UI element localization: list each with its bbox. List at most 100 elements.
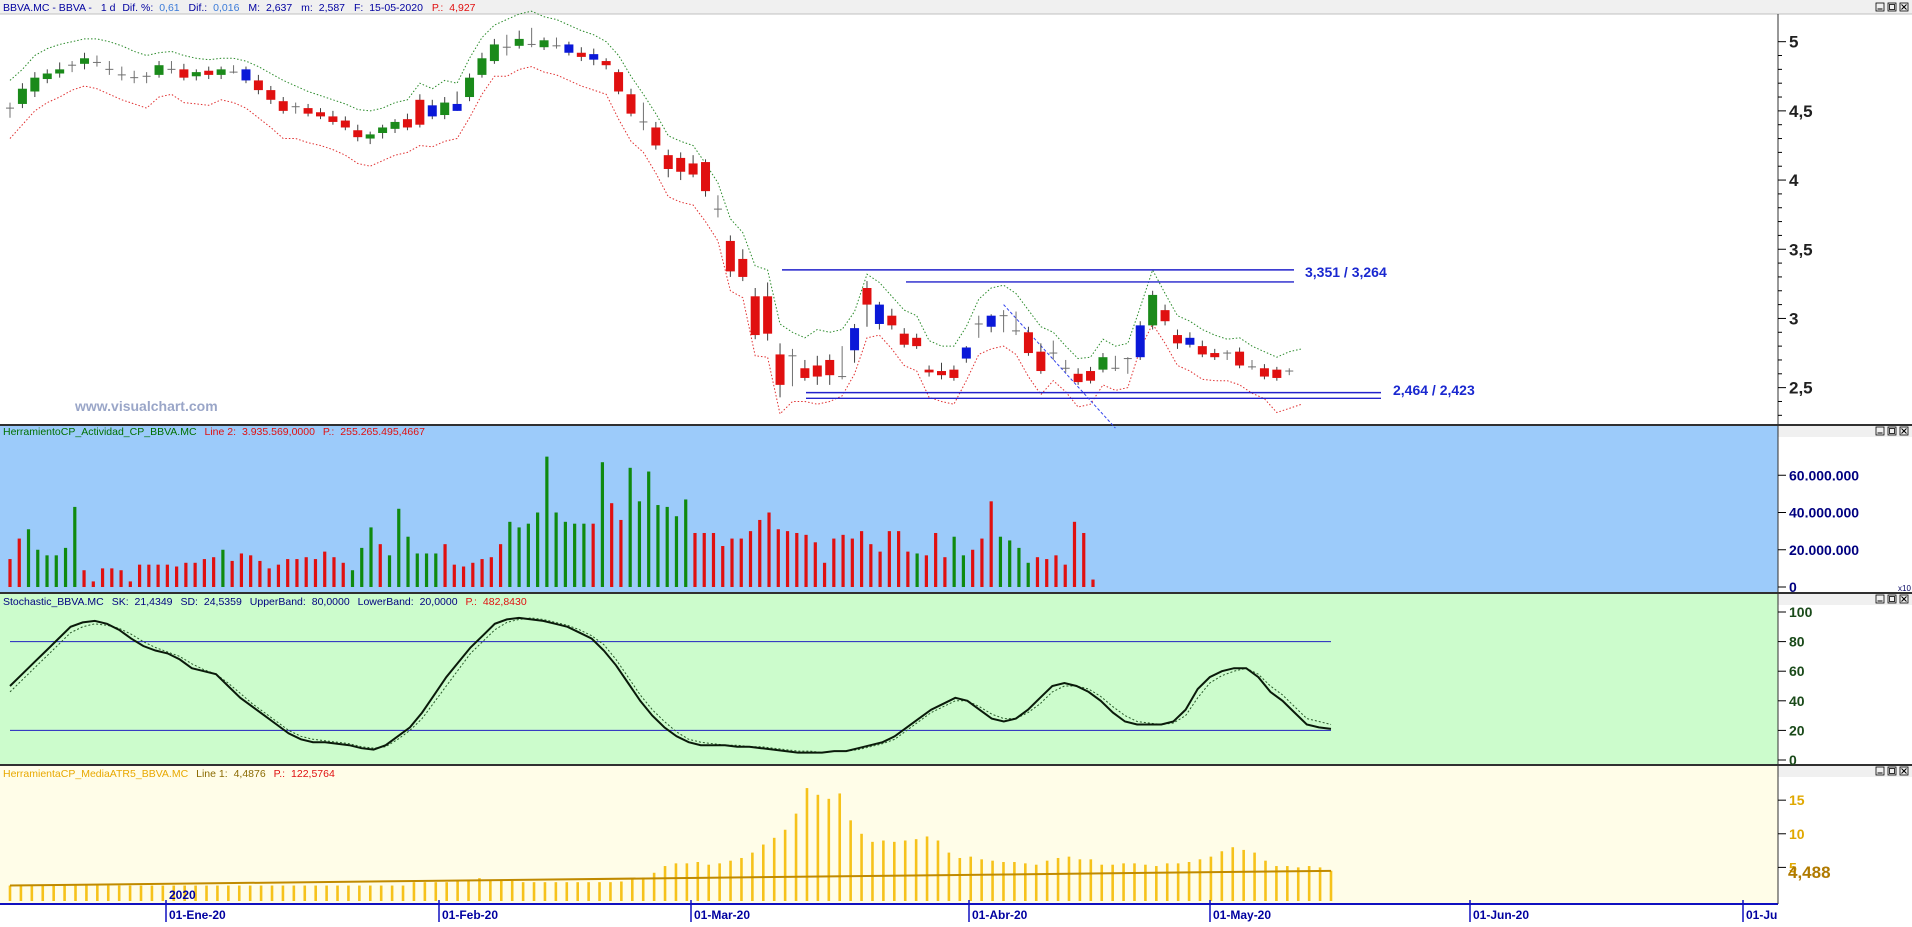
atr-bar — [510, 880, 514, 901]
volume-bar — [360, 547, 364, 587]
header-period: 1 d — [101, 2, 116, 14]
volume-bar — [128, 581, 132, 587]
atr-bar — [1242, 849, 1245, 901]
volume-bar — [989, 501, 993, 587]
atr-bar — [358, 885, 361, 901]
volume-bar — [480, 559, 484, 587]
atr-tick-label: 10 — [1789, 826, 1805, 842]
price-axis-panel[interactable] — [1778, 0, 1912, 922]
volume-bar — [554, 512, 558, 587]
atr-bar — [401, 885, 405, 901]
volume-header-p-value: 255.265.495,4667 — [340, 426, 425, 438]
volume-bar — [822, 562, 827, 587]
volume-bar — [443, 544, 447, 587]
atr-bar — [838, 793, 842, 901]
volume-bar — [934, 532, 938, 587]
header-date-label: F: — [354, 2, 363, 14]
atr-panel[interactable] — [0, 765, 1778, 905]
atr-bar — [205, 885, 208, 901]
volume-bar — [739, 538, 743, 587]
atr-bar — [543, 882, 547, 901]
atr-bar — [499, 880, 503, 901]
atr-bar — [1253, 852, 1256, 901]
volume-bar — [1035, 557, 1040, 587]
stoch-header-sd: 24,5359 — [204, 596, 242, 608]
volume-bar — [758, 519, 762, 587]
header-dif: 0,016 — [213, 2, 239, 14]
volume-bar — [748, 531, 753, 587]
atr-bar — [270, 885, 274, 901]
month-label: 01-Jun-20 — [1473, 908, 1529, 922]
volume-bar — [832, 538, 836, 587]
volume-bar — [193, 562, 197, 587]
volume-bar — [17, 538, 21, 587]
volume-bar — [369, 527, 373, 587]
price-tick-label: 3,5 — [1789, 240, 1813, 259]
atr-bar — [1155, 866, 1158, 901]
volume-bar — [711, 532, 716, 587]
header-p-label: P.: — [432, 2, 443, 14]
volume-bar — [239, 553, 244, 587]
volume-bar — [924, 555, 928, 587]
atr-bar — [674, 863, 678, 901]
stoch-tick-label: 20 — [1789, 722, 1805, 738]
stoch-tick-label: 80 — [1789, 634, 1805, 650]
volume-bar — [184, 562, 188, 587]
volume-bar — [1054, 555, 1058, 587]
volume-bar — [508, 521, 512, 587]
atr-bar — [161, 885, 165, 901]
stoch-header-ub: 80,0000 — [312, 596, 350, 608]
chart-canvas: BBVA.MC - BBVA - 1 d Dif. %: 0,61 Dif.: … — [0, 0, 1912, 922]
atr-bar — [925, 836, 929, 901]
month-label: 01-Feb-20 — [442, 908, 498, 922]
atr-bar — [237, 885, 241, 901]
volume-bar — [249, 555, 253, 587]
volume-bar — [91, 581, 95, 587]
volume-bar — [971, 549, 975, 587]
header-min-label: m: — [301, 2, 313, 14]
month-label: 01-Mar-20 — [694, 908, 750, 922]
price-tick-label: 5 — [1789, 33, 1798, 52]
atr-bar — [1144, 864, 1147, 901]
price-annotation-upper: 3,351 / 3,264 — [1305, 264, 1387, 280]
atr-bar — [805, 788, 809, 901]
volume-header-line-value: 3.935.569,0000 — [242, 426, 315, 438]
volume-bar — [813, 542, 817, 587]
price-panel[interactable] — [0, 0, 1778, 425]
atr-bar — [216, 885, 219, 901]
atr-bar — [52, 885, 55, 901]
candle — [701, 159, 711, 197]
volume-bar — [674, 516, 679, 587]
volume-bar — [1008, 540, 1012, 587]
atr-bar — [106, 885, 110, 901]
header-symbol: BBVA.MC - BBVA - — [3, 2, 92, 14]
atr-bar — [772, 837, 776, 901]
volume-bar — [841, 534, 845, 587]
atr-bar — [139, 885, 143, 901]
month-label: 01-Abr-20 — [972, 908, 1028, 922]
header-dif-pct-label: Dif. %: — [122, 2, 153, 14]
atr-bar — [30, 885, 34, 901]
atr-bar — [849, 820, 852, 901]
atr-bar — [1002, 862, 1005, 901]
atr-bar — [554, 882, 558, 901]
volume-tick-label: 0 — [1789, 579, 1797, 595]
volume-bar — [434, 553, 438, 587]
stoch-tick-label: 60 — [1789, 663, 1805, 679]
volume-bar — [498, 544, 503, 587]
stoch-header-sk-label: SK: — [112, 596, 129, 608]
volume-bar — [387, 555, 392, 587]
atr-bar — [1078, 859, 1082, 901]
header-date: 15-05-2020 — [369, 2, 423, 14]
volume-bar — [1091, 579, 1095, 587]
header-min: 2,587 — [319, 2, 345, 14]
volume-bar — [563, 521, 567, 587]
atr-bar — [641, 877, 645, 901]
atr-bar — [947, 852, 951, 901]
volume-bar — [36, 549, 40, 587]
volume-bar — [332, 557, 336, 587]
atr-bar — [336, 885, 339, 901]
volume-bar — [175, 566, 179, 587]
atr-bar — [794, 813, 798, 901]
volume-bar — [573, 523, 577, 587]
